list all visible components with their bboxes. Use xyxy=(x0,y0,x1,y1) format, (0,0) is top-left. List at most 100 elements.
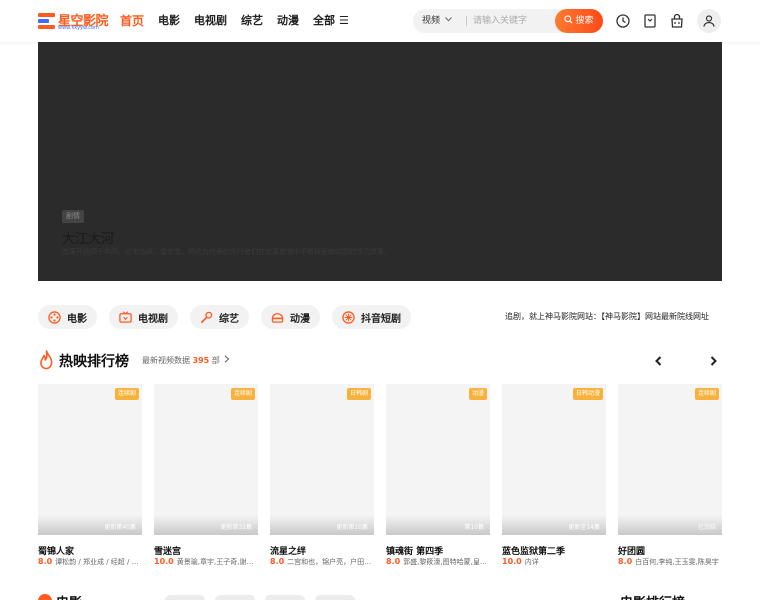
filter-pill[interactable] xyxy=(215,595,255,600)
search-button[interactable]: 搜索 xyxy=(555,9,603,33)
movie-section-title: 电影 xyxy=(56,592,82,600)
category-short-drama[interactable]: 抖音短剧 xyxy=(332,305,411,329)
nav-item-all-label: 全部 xyxy=(313,14,336,27)
chevron-down-icon xyxy=(445,17,452,22)
category-bar: 电影 电视剧 综艺 动漫 抖音短剧 xyxy=(38,305,423,329)
video-title: 好团圆 xyxy=(618,547,646,557)
video-title: 蓝色监狱第二季 xyxy=(502,547,566,557)
video-poster: 日韩动漫 更新至14集 xyxy=(502,384,606,535)
main-nav: 首页 电影 电视剧 综艺 动漫 全部 ☰ xyxy=(120,12,363,30)
category-variety[interactable]: 综艺 xyxy=(190,305,249,329)
video-count-link[interactable]: 最新视频数据 395 部 xyxy=(142,355,230,366)
type-badge: 连续剧 xyxy=(694,388,719,400)
search-type-label: 视频 xyxy=(422,16,441,26)
carousel-prev-button[interactable] xyxy=(650,352,668,370)
category-movies[interactable]: 电影 xyxy=(38,305,97,329)
type-badge: 连续剧 xyxy=(230,388,255,400)
video-poster: 连续剧 更新第32集 xyxy=(154,384,258,535)
nav-item-movies[interactable]: 电影 xyxy=(158,12,180,30)
nav-item-anime[interactable]: 动漫 xyxy=(277,12,299,30)
video-poster: 动漫 第10集 xyxy=(386,384,490,535)
episode-status: 已完结 xyxy=(697,524,716,531)
video-score: 8.0 xyxy=(270,557,285,566)
type-badge: 日韩剧 xyxy=(346,388,371,400)
video-score: 10.0 xyxy=(154,557,174,566)
video-count-prefix: 最新视频数据 xyxy=(142,356,190,365)
category-label: 综艺 xyxy=(219,313,239,325)
type-badge: 动漫 xyxy=(468,388,487,400)
nav-item-all[interactable]: 全部 ☰ xyxy=(313,12,349,30)
video-meta: 8.0二宫和也，锦户亮，户田惠梨香 xyxy=(270,557,374,567)
filter-pill[interactable] xyxy=(315,595,355,600)
search-button-label: 搜索 xyxy=(575,16,594,26)
category-tv[interactable]: 电视剧 xyxy=(109,305,178,329)
video-cast: 黄景瑜,章宇,王子奇,谢可寅 xyxy=(176,558,258,566)
nav-item-tv[interactable]: 电视剧 xyxy=(194,12,227,30)
search-divider xyxy=(466,16,467,26)
video-count-suffix: 部 xyxy=(211,356,220,365)
video-title: 蜀锦人家 xyxy=(38,547,75,557)
site-logo[interactable]: 星空影院 www.xkyyw.com xyxy=(38,10,109,32)
clock-icon[interactable] xyxy=(615,13,631,29)
carousel-next-button[interactable] xyxy=(704,352,722,370)
notice-marquee: 追剧，就上神马影院网站：【神马影院】网站最新院线网址 xyxy=(440,305,722,329)
banner-tag: 剧情 xyxy=(62,210,84,223)
video-cast: 内详 xyxy=(524,558,539,566)
hero-banner[interactable]: 剧情 大江大河 改革开放四十年间，以宋运辉、雷东宝、杨巡为代表的先行者们在变革浪… xyxy=(38,42,722,281)
video-title: 流星之绊 xyxy=(270,547,307,557)
type-badge: 日韩动漫 xyxy=(572,388,603,400)
anime-icon xyxy=(271,312,284,323)
nav-item-variety[interactable]: 综艺 xyxy=(241,12,263,30)
movie-ranking-title: 电影排行榜 xyxy=(620,592,685,600)
video-cast: 谭松韵 / 郑业成 / 经超 / 何杜娟 xyxy=(55,558,142,566)
chevron-right-icon xyxy=(224,355,230,363)
menu-icon: ☰ xyxy=(339,14,349,27)
video-cast: 白百何,李纯,王玉雯,陈昊宇 xyxy=(635,558,719,566)
category-label: 动漫 xyxy=(290,313,310,325)
movie-section-icon xyxy=(38,594,52,600)
tv-icon xyxy=(119,310,132,323)
bookmark-icon[interactable] xyxy=(642,13,658,29)
episode-status: 第10集 xyxy=(464,524,484,531)
video-cast: 郭盛,黎筱濠,图特哈蒙,皇贞季 xyxy=(403,558,490,566)
section-title: 热映排行榜 xyxy=(59,354,129,370)
logo-mark-icon xyxy=(38,13,55,29)
user-avatar[interactable] xyxy=(697,9,721,33)
filter-pill[interactable] xyxy=(165,595,205,600)
hot-ranking-cards: 连续剧 更新第40集 蜀锦人家 8.0谭松韵 / 郑业成 / 经超 / 何杜娟 … xyxy=(38,384,722,570)
category-anime[interactable]: 动漫 xyxy=(261,305,320,329)
type-badge: 连续剧 xyxy=(114,388,139,400)
video-score: 10.0 xyxy=(502,557,522,566)
top-header: 星空影院 www.xkyyw.com 首页 电影 电视剧 综艺 动漫 全部 ☰ 视… xyxy=(0,0,760,42)
nav-item-home[interactable]: 首页 xyxy=(120,12,144,30)
episode-status: 更新至14集 xyxy=(568,524,600,531)
video-meta: 8.0 白百何,李纯,王玉雯,陈昊宇 xyxy=(618,557,722,567)
logo-subtext: www.xkyyw.com xyxy=(58,25,99,31)
video-poster: 日韩剧 更新第10集 xyxy=(270,384,374,535)
search-icon xyxy=(564,15,573,24)
store-icon[interactable] xyxy=(669,13,685,29)
video-title: 镇魂街 第四季 xyxy=(386,547,444,557)
episode-status: 更新第10集 xyxy=(336,524,368,531)
search-input[interactable] xyxy=(473,11,563,31)
search-bar: 视频 搜索 xyxy=(413,9,603,33)
video-poster: 连续剧 已完结 xyxy=(618,384,722,535)
search-type-select[interactable]: 视频 xyxy=(422,9,452,33)
category-label: 电视剧 xyxy=(138,313,168,325)
filter-pill[interactable] xyxy=(265,595,305,600)
fire-icon xyxy=(40,350,53,370)
video-cast: 二宫和也，锦户亮，户田惠梨香 xyxy=(287,558,374,566)
video-score: 8.0 xyxy=(386,557,401,566)
video-meta: 10.0 内详 xyxy=(502,557,606,567)
banner-title: 大江大河 xyxy=(62,232,115,247)
film-reel-icon xyxy=(48,310,61,324)
notice-text: 追剧，就上神马影院网站：【神马影院】网站最新院线网址 xyxy=(505,312,709,321)
video-meta: 8.0 郭盛,黎筱濠,图特哈蒙,皇贞季 xyxy=(386,557,490,567)
category-label: 抖音短剧 xyxy=(361,313,401,325)
episode-status: 更新第40集 xyxy=(104,524,136,531)
short-drama-icon xyxy=(342,310,355,324)
video-title: 雪迷宫 xyxy=(154,547,182,557)
video-score: 8.0 xyxy=(618,557,633,566)
video-meta: 8.0谭松韵 / 郑业成 / 经超 / 何杜娟 xyxy=(38,557,142,567)
video-score: 8.0 xyxy=(38,557,53,566)
